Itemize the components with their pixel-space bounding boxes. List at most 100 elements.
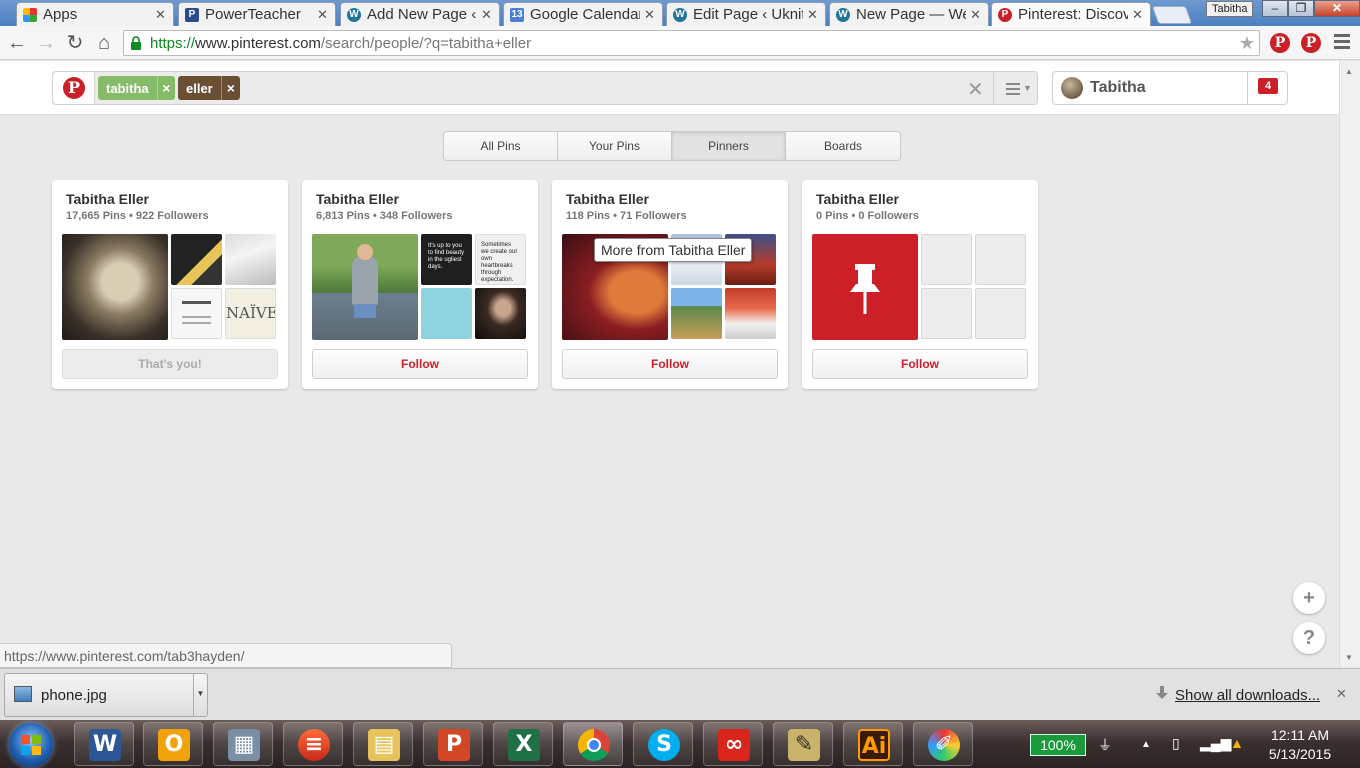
- taskbar-chrome[interactable]: [563, 722, 623, 766]
- pin-thumbnail[interactable]: [171, 234, 222, 285]
- tab-your-pins[interactable]: Your Pins: [558, 132, 672, 160]
- vertical-scrollbar[interactable]: ▲ ▼: [1339, 61, 1360, 667]
- home-icon[interactable]: ⌂: [93, 33, 115, 53]
- tab-apps[interactable]: Apps ✕: [16, 2, 174, 26]
- notifications-button[interactable]: 4: [1247, 72, 1288, 104]
- taskbar-powerpoint[interactable]: P: [423, 722, 483, 766]
- tab-new-page[interactable]: W New Page — We ✕: [829, 2, 989, 26]
- profile-chip[interactable]: Tabitha: [1206, 1, 1254, 17]
- pin-thumbnail[interactable]: NAÏVE: [225, 288, 276, 339]
- tab-pinterest[interactable]: P Pinterest: Discov ✕: [991, 2, 1151, 26]
- chrome-menu-icon[interactable]: [1334, 34, 1350, 52]
- empty-board-cover[interactable]: [812, 234, 918, 340]
- pinner-name[interactable]: Tabitha Eller: [316, 191, 399, 207]
- pin-thumbnail[interactable]: [171, 288, 222, 339]
- pin-thumbnail[interactable]: [671, 288, 722, 339]
- device-icon[interactable]: ▯: [1172, 735, 1180, 752]
- search-token-eller[interactable]: eller ×: [178, 76, 240, 100]
- calculator-icon: ▦: [228, 729, 260, 761]
- taskbar-app[interactable]: ≡: [283, 722, 343, 766]
- search-token-tabitha[interactable]: tabitha ×: [98, 76, 175, 100]
- taskbar-illustrator[interactable]: Ai: [843, 722, 903, 766]
- pinterest-extension-icon[interactable]: P: [1270, 33, 1290, 53]
- taskbar-excel[interactable]: X: [493, 722, 553, 766]
- taskbar-notes[interactable]: ✎: [773, 722, 833, 766]
- close-icon[interactable]: ✕: [807, 7, 819, 23]
- search-options-button[interactable]: ▼: [993, 72, 1038, 104]
- close-icon[interactable]: ✕: [1132, 7, 1144, 23]
- close-icon[interactable]: ✕: [970, 7, 982, 23]
- tab-boards[interactable]: Boards: [786, 132, 900, 160]
- follow-button[interactable]: Follow: [562, 349, 778, 379]
- tab-title: New Page — We: [856, 6, 966, 23]
- tab-add-new-page[interactable]: W Add New Page ‹ ✕: [340, 2, 500, 26]
- pin-thumbnail[interactable]: It's up to you to find beauty in the ugl…: [421, 234, 472, 285]
- power-plug-icon[interactable]: ⏚: [1098, 735, 1112, 755]
- signal-icon[interactable]: ▂▄▆: [1200, 735, 1231, 752]
- taskbar-skype[interactable]: S: [633, 722, 693, 766]
- pin-thumbnail[interactable]: [725, 288, 776, 339]
- tab-powerteacher[interactable]: P PowerTeacher ✕: [178, 2, 336, 26]
- forward-arrow-icon[interactable]: →: [35, 33, 57, 53]
- clear-search-icon[interactable]: ✕: [967, 77, 984, 102]
- follow-button[interactable]: Follow: [812, 349, 1028, 379]
- google-drive-icon[interactable]: ▲: [1230, 735, 1244, 751]
- taskbar-calculator[interactable]: ▦: [213, 722, 273, 766]
- pinner-card[interactable]: Tabitha Eller 17,665 Pins • 922 Follower…: [52, 180, 288, 389]
- close-icon[interactable]: ✕: [1336, 686, 1347, 702]
- pin-thumbnail[interactable]: Sometimes we create our own heartbreaks …: [475, 234, 526, 285]
- pinner-card[interactable]: Tabitha Eller 6,813 Pins • 348 Followers…: [302, 180, 538, 389]
- follow-button[interactable]: Follow: [312, 349, 528, 379]
- search-bar[interactable]: P tabitha × eller × ✕ ▼: [52, 71, 1038, 105]
- minimize-button[interactable]: –: [1262, 0, 1288, 17]
- taskbar-word[interactable]: W: [74, 722, 134, 766]
- address-bar[interactable]: https://www.pinterest.com/search/people/…: [123, 30, 1260, 56]
- restore-button[interactable]: ❐: [1288, 0, 1314, 17]
- tab-pinners[interactable]: Pinners: [672, 132, 786, 160]
- pinner-card[interactable]: Tabitha Eller 118 Pins • 71 Followers Fo…: [552, 180, 788, 389]
- start-button[interactable]: [9, 723, 53, 767]
- taskbar-outlook[interactable]: O: [143, 722, 203, 766]
- close-icon[interactable]: ✕: [155, 7, 167, 23]
- tab-edit-page[interactable]: W Edit Page ‹ Uknit ✕: [666, 2, 826, 26]
- notification-badge: 4: [1258, 78, 1278, 94]
- close-icon[interactable]: ✕: [481, 7, 493, 23]
- pinner-name[interactable]: Tabitha Eller: [566, 191, 649, 207]
- user-menu[interactable]: Tabitha 4: [1052, 71, 1288, 105]
- show-all-downloads-link[interactable]: Show all downloads...: [1175, 687, 1320, 704]
- tray-expand-icon[interactable]: ▲: [1141, 739, 1151, 750]
- scroll-down-icon[interactable]: ▼: [1345, 653, 1353, 662]
- add-pin-button[interactable]: +: [1293, 582, 1325, 614]
- bookmark-star-icon[interactable]: ★: [1239, 33, 1255, 54]
- pin-thumbnail[interactable]: [62, 234, 168, 340]
- pin-thumbnail[interactable]: [225, 234, 276, 285]
- remove-token-icon[interactable]: ×: [156, 76, 175, 100]
- taskbar-paint[interactable]: ✐: [913, 722, 973, 766]
- back-arrow-icon[interactable]: ←: [6, 33, 28, 53]
- download-item[interactable]: phone.jpg ▼: [4, 673, 208, 717]
- lock-icon: [131, 36, 141, 50]
- pinner-card[interactable]: Tabitha Eller 0 Pins • 0 Followers Follo…: [802, 180, 1038, 389]
- tab-all-pins[interactable]: All Pins: [444, 132, 558, 160]
- pin-thumbnail[interactable]: [312, 234, 418, 340]
- pin-thumbnail[interactable]: [475, 288, 526, 339]
- pinterest-extension-icon[interactable]: P: [1301, 33, 1321, 53]
- pinterest-logo[interactable]: P: [53, 72, 95, 104]
- remove-token-icon[interactable]: ×: [220, 76, 240, 100]
- pin-thumbnail[interactable]: [421, 288, 472, 339]
- battery-indicator[interactable]: 100%: [1030, 734, 1086, 756]
- new-tab-button[interactable]: [1151, 6, 1193, 24]
- scroll-up-icon[interactable]: ▲: [1345, 67, 1353, 76]
- taskbar-creative-cloud[interactable]: ∞: [703, 722, 763, 766]
- help-button[interactable]: ?: [1293, 622, 1325, 654]
- window-close-button[interactable]: ✕: [1314, 0, 1360, 17]
- chevron-down-icon[interactable]: ▼: [193, 674, 207, 716]
- taskbar-explorer[interactable]: ▤: [353, 722, 413, 766]
- tab-google-calendar[interactable]: 13 Google Calendar ✕: [503, 2, 663, 26]
- pinner-name[interactable]: Tabitha Eller: [816, 191, 899, 207]
- close-icon[interactable]: ✕: [317, 7, 329, 23]
- close-icon[interactable]: ✕: [644, 7, 656, 23]
- clock[interactable]: 12:11 AM 5/13/2015: [1260, 726, 1340, 764]
- pinner-name[interactable]: Tabitha Eller: [66, 191, 149, 207]
- reload-icon[interactable]: ↻: [64, 33, 86, 53]
